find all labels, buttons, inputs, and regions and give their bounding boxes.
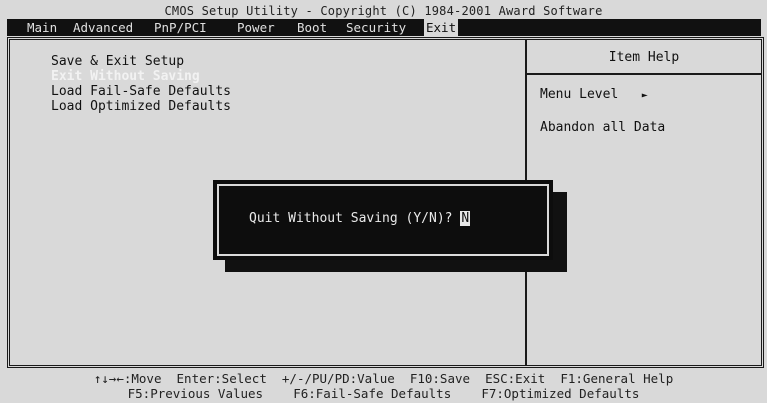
dialog-prompt-line: Quit Without Saving (Y/N)? N [249,211,471,226]
menu-level: Menu Level ► [540,87,648,102]
footer-keys-line2: F5:Previous Values F6:Fail-Safe Defaults… [127,386,640,401]
tab-advanced[interactable]: Advanced [71,19,135,36]
arrow-right-icon: ► [641,90,648,101]
menu-item-load-optimized[interactable]: Load Optimized Defaults [51,99,231,114]
tab-pnp-pci[interactable]: PnP/PCI [152,19,209,36]
tab-security[interactable]: Security [344,19,408,36]
tab-power[interactable]: Power [235,19,277,36]
item-help-title: Item Help [608,50,680,65]
menu-level-label: Menu Level [540,87,619,102]
dialog-input[interactable]: N [460,211,471,226]
confirm-dialog: Quit Without Saving (Y/N)? N [213,180,553,260]
menu-item-load-fail-safe[interactable]: Load Fail-Safe Defaults [51,84,231,99]
menu-item-save-exit[interactable]: Save & Exit Setup [51,54,184,69]
help-separator [527,73,761,75]
help-description: Abandon all Data [540,120,666,135]
menu-bar: Main Advanced PnP/PCI Power Boot Securit… [7,19,761,36]
menu-item-exit-without-saving[interactable]: Exit Without Saving [51,69,200,84]
tab-boot[interactable]: Boot [295,19,329,36]
tab-exit[interactable]: Exit [424,19,459,36]
footer-keys-line1: ↑↓→←:Move Enter:Select +/-/PU/PD:Value F… [93,371,674,386]
tab-main[interactable]: Main [25,19,59,36]
app-title: CMOS Setup Utility - Copyright (C) 1984-… [164,4,603,18]
dialog-prompt: Quit Without Saving (Y/N)? [249,211,461,226]
